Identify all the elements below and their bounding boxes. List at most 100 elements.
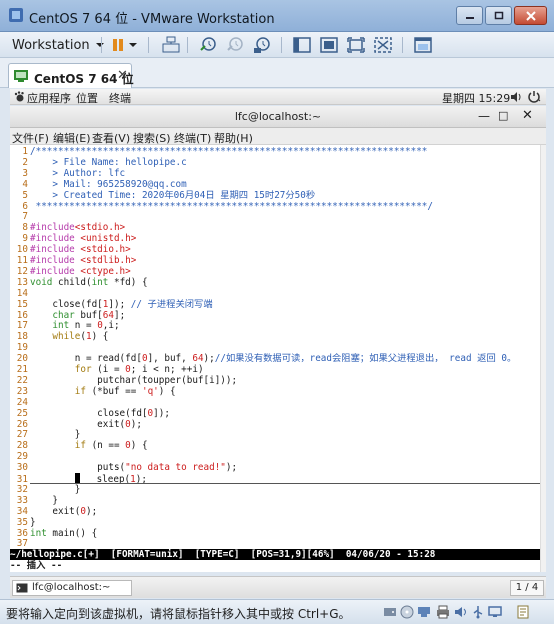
code-token: 64 [102, 309, 114, 321]
code-line: 26 exit(0); [10, 419, 142, 430]
printer-icon[interactable] [436, 605, 450, 619]
menu-search[interactable]: 搜索(S) [133, 130, 171, 146]
send-ctrl-alt-del-button[interactable] [160, 35, 182, 55]
minimize-icon [465, 16, 474, 19]
clock[interactable]: 星期四 15:29 [442, 90, 510, 106]
terminal-menu[interactable]: 终端 [109, 90, 131, 106]
display-icon[interactable] [488, 605, 502, 619]
places-menu[interactable]: 位置 [76, 90, 98, 106]
menu-edit[interactable]: 编辑(E) [53, 130, 91, 146]
revert-snapshot-button[interactable] [224, 35, 246, 55]
terminal-maximize-icon[interactable]: □ [498, 109, 508, 122]
menu-file[interactable]: 文件(F) [12, 130, 49, 146]
line-number: 23 [16, 385, 28, 397]
code-token: ]); [108, 298, 131, 310]
console-view-button[interactable] [318, 35, 340, 55]
terminal-close-icon[interactable]: ✕ [522, 108, 533, 123]
code-line: 19 [10, 342, 30, 353]
vmware-logo-icon [9, 8, 23, 22]
fullscreen-button[interactable] [345, 35, 367, 55]
code-line: 5 > Created Time: 2020年06月04日 星期四 15时27分… [10, 190, 315, 201]
sound-icon[interactable] [454, 605, 468, 619]
code-token: (n == [85, 440, 126, 452]
status-hint: 要将输入定向到该虚拟机，请将鼠标指针移入其中或按 Ctrl+G。 [6, 607, 351, 621]
restore-button[interactable] [485, 6, 512, 25]
code-line: 18 while(1) { [10, 331, 109, 342]
chevron-down-icon [95, 43, 104, 47]
minimize-button[interactable] [456, 6, 483, 25]
code-line: 16 char buf[64]; [10, 310, 125, 321]
message-log-icon[interactable] [516, 605, 530, 619]
terminal-minimize-icon[interactable]: — [478, 109, 490, 123]
line-number: 26 [16, 418, 28, 430]
line-number: 20 [16, 353, 28, 365]
workspace-indicator[interactable]: 1 / 4 [510, 580, 544, 596]
code-line: 3 > Author: lfc [10, 168, 125, 179]
usb-icon[interactable] [471, 605, 485, 619]
line-number: 8 [22, 222, 28, 234]
power-icon[interactable] [527, 90, 541, 103]
terminal-title: lfc@localhost:~ [234, 110, 322, 123]
code-token: ], buf, [147, 353, 193, 365]
code-line: 12 #include <ctype.h> [10, 266, 131, 277]
pause-icon [113, 39, 123, 51]
code-token: <ctype.h> [80, 265, 131, 277]
menu-terminal[interactable]: 终端(T) [174, 130, 211, 146]
terminal-icon [16, 583, 28, 593]
line-number: 5 [22, 189, 28, 201]
workstation-menu-button[interactable]: Workstation [6, 35, 111, 55]
vmware-title-bar[interactable]: CentOS 7 64 位 - VMware Workstation [0, 0, 554, 32]
code-line: 22 putchar(toupper(buf[i])); [10, 375, 237, 386]
code-line: 21 for (i = 0; i < n; ++i) [10, 364, 204, 375]
close-button[interactable] [514, 6, 547, 25]
take-snapshot-button[interactable] [197, 35, 219, 55]
pause-dropdown-button[interactable] [125, 35, 141, 55]
tab-close-icon[interactable]: ✕ [117, 68, 128, 83]
code-token: > Created Time: 2020年06月04日 星期四 15时27分50… [30, 189, 316, 201]
gnome-taskbar: lfc@localhost:~ 1 / 4 [10, 576, 546, 598]
code-line: 15 close(fd[1]); // 子进程关闭写端 [10, 299, 213, 310]
line-number: 1 [22, 146, 28, 157]
line-number: 16 [16, 309, 28, 321]
code-line: 36 int main() { [10, 528, 97, 539]
code-token: child( [52, 276, 92, 288]
terminal-scrollbar[interactable] [540, 145, 546, 572]
hard-disk-icon[interactable] [383, 605, 397, 619]
code-token: ]; [113, 309, 126, 321]
code-line: 8 #include<stdio.h> [10, 222, 125, 233]
unity-button[interactable] [372, 35, 394, 55]
line-number: 3 [22, 167, 28, 179]
code-token: for [74, 364, 92, 375]
thumbnail-icon [414, 37, 432, 53]
thumbnail-view-button[interactable] [412, 35, 434, 55]
network-adapter-icon[interactable] [417, 605, 431, 619]
library-view-button[interactable] [291, 35, 313, 55]
cd-rom-icon[interactable] [400, 605, 414, 619]
code-token: <unistd.h> [80, 233, 137, 245]
workstation-menu-label: Workstation [12, 37, 90, 53]
code-token: char [52, 309, 75, 321]
fullscreen-icon [347, 37, 365, 53]
code-line: 14 [10, 288, 30, 299]
code-token: if [74, 440, 86, 452]
line-number: 11 [16, 255, 28, 266]
line-number: 12 [16, 265, 28, 277]
code-token: > Author: lfc [30, 167, 126, 179]
terminal-title-bar[interactable]: lfc@localhost:~ — □ ✕ [10, 106, 546, 128]
volume-icon[interactable] [510, 91, 522, 103]
code-token: <stdlib.h> [80, 255, 137, 266]
vm-tab[interactable]: CentOS 7 64 位 ✕ [8, 63, 134, 88]
applications-menu[interactable]: 应用程序 [27, 90, 71, 106]
taskbar-item-terminal[interactable]: lfc@localhost:~ [12, 580, 132, 596]
code-token: (*buf == [85, 385, 142, 397]
gnome-top-bar: 应用程序 位置 终端 星期四 15:29 [10, 89, 546, 105]
terminal-content[interactable]: 1/**************************************… [10, 145, 540, 572]
snapshot-revert-icon [227, 37, 243, 51]
menu-help[interactable]: 帮助(H) [214, 130, 253, 146]
menu-view[interactable]: 查看(V) [92, 130, 130, 146]
snapshot-manager-button[interactable] [251, 35, 273, 55]
code-token: <stdio.h> [80, 244, 131, 256]
code-line: 24 [10, 397, 30, 408]
